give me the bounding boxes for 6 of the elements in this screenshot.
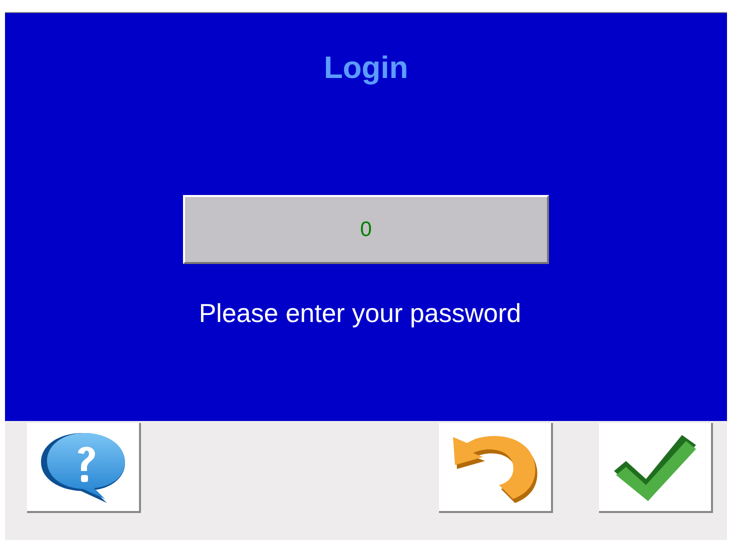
login-title: Login xyxy=(324,51,408,86)
confirm-button[interactable] xyxy=(599,423,713,513)
password-prompt: Please enter your password xyxy=(198,297,522,330)
undo-button[interactable] xyxy=(439,423,553,513)
help-button[interactable] xyxy=(27,423,141,513)
password-field[interactable]: 0 xyxy=(183,195,549,264)
